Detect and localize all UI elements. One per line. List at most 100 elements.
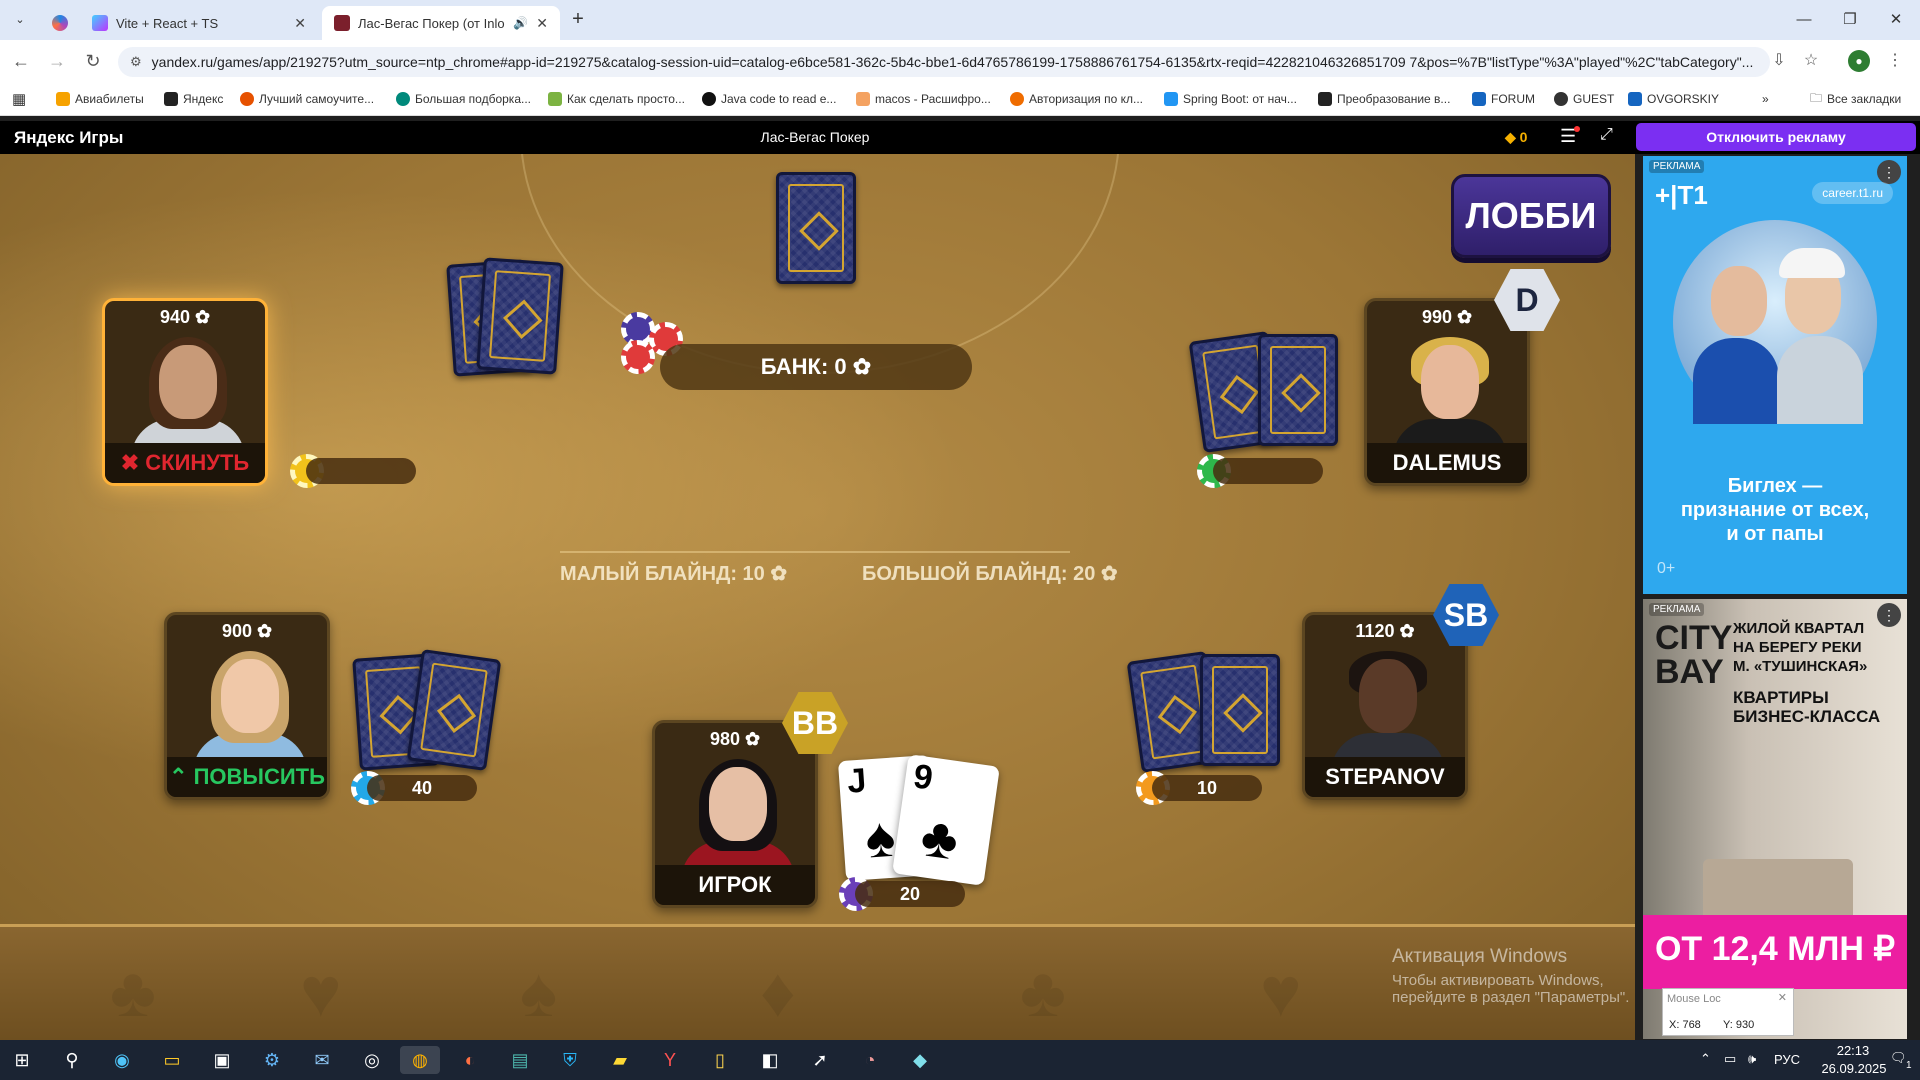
bookmark-label: Большая подборка... [415,92,531,106]
ad-url: career.t1.ru [1812,182,1893,204]
app-icon[interactable]: ▯ [704,1046,736,1074]
address-bar[interactable]: ⚙ yandex.ru/games/app/219275?utm_source=… [118,47,1770,77]
bookmark-label: FORUM [1491,92,1535,106]
windows-taskbar: ⊞ ⚲ ◉ ▭ ▣ ⚙ ✉ ◎ ◍ ◐ ▤ ⛨ ▰ Y ▯ ◧ ➚ ◔ ◆ ⌃ … [0,1040,1920,1080]
bookmark-item[interactable]: OVGORSKIY [1628,88,1719,110]
bookmark-label: GUEST [1573,92,1615,106]
bookmark-item[interactable]: Авиабилеты [56,88,144,110]
volume-icon[interactable]: 🕪 [1748,1051,1756,1067]
all-bookmarks[interactable]: 🗀 Все закладки [1810,88,1901,110]
new-tab-button[interactable]: + [566,8,590,32]
disable-ads-button[interactable]: Отключить рекламу [1636,123,1916,151]
store-icon[interactable]: ▣ [206,1046,238,1074]
profile-avatar[interactable]: ● [1848,50,1870,72]
diamond-icon: ◆ [1505,129,1516,145]
bookmark-item[interactable]: Spring Boot: от нач... [1164,88,1297,110]
site-icon [1628,92,1642,106]
network-icon[interactable]: ▭ [1724,1051,1736,1067]
menu-kebab-icon[interactable]: ⋮ [1884,50,1906,72]
notes-icon[interactable]: ▰ [604,1046,636,1074]
player-seat-dalemus[interactable]: 990 ✿ DALEMUS [1364,298,1530,486]
ad-banner-t1[interactable]: РЕКЛАМА ⋮ +|T1 career.t1.ru Биглех — при… [1643,156,1907,594]
bookmark-item[interactable]: FORUM [1472,88,1535,110]
folder-icon: 🗀 [1810,90,1823,105]
hero-card-nine-clubs[interactable]: 9 ♣ [892,754,1000,886]
clock-date[interactable]: 26.09.2025 [1814,1061,1894,1076]
language-indicator[interactable]: РУС [1774,1052,1800,1067]
site-icon [240,92,254,106]
back-button[interactable]: ← [8,49,34,73]
ad-brand: CITY BAY [1655,619,1732,691]
player-avatar [1327,651,1449,773]
notifications-icon[interactable]: 🗨 [1890,1050,1907,1066]
tab-vite[interactable]: Vite + React + TS ✕ [80,6,318,40]
cursor-tool-icon[interactable]: ➚ [804,1046,836,1074]
reload-button[interactable]: ↻ [80,49,106,73]
bookmark-item[interactable]: Java code to read e... [702,88,836,110]
apps-grid-icon[interactable]: ▦ [12,88,26,110]
app-icon[interactable]: ⚙ [256,1046,288,1074]
coins-counter[interactable]: ◆ 0 [1505,129,1527,146]
ad-text: ЖИЛОЙ КВАРТАЛ НА БЕРЕГУ РЕКИ М. «ТУШИНСК… [1733,619,1903,726]
firefox-icon[interactable]: ◐ [454,1046,486,1074]
file-explorer-icon[interactable]: ▭ [156,1046,188,1074]
close-icon[interactable]: ✕ [536,15,548,32]
close-icon[interactable]: ✕ [294,15,306,32]
app-icon[interactable]: ◔ [854,1046,886,1074]
yandex-games-icon [334,15,350,31]
plane-icon [56,92,70,106]
player-seat-bottom-left[interactable]: 900 ✿ ⌃ ПОВЫСИТЬ [164,612,330,800]
bookmark-item[interactable]: GUEST [1554,88,1614,110]
ad-banner-citybay[interactable]: РЕКЛАМА ⋮ CITY BAY ЖИЛОЙ КВАРТАЛ НА БЕРЕ… [1643,599,1907,1039]
bookmark-item[interactable]: Большая подборка... [396,88,531,110]
tab-copilot[interactable] [40,6,76,40]
site-info-icon[interactable]: ⚙ [130,54,142,70]
close-window-button[interactable]: ✕ [1882,8,1910,32]
player-seat-hero[interactable]: 980 ✿ ИГРОК [652,720,818,908]
deck-card [776,172,856,284]
mouse-loc-window[interactable]: Mouse Loc ✕ X: 768 Y: 930 [1662,988,1794,1036]
clock-time[interactable]: 22:13 [1818,1043,1888,1058]
speaker-icon[interactable]: 🔊 [513,16,528,30]
bookmark-label: Java code to read e... [721,92,837,106]
tab-search-button[interactable]: ⌄ [10,10,30,30]
chrome-icon[interactable]: ◍ [400,1046,440,1074]
player-seat-stepanov[interactable]: 1120 ✿ STEPANOV [1302,612,1468,800]
small-blind-label: МАЛЫЙ БЛАЙНД: 10 ✿ [560,563,788,585]
install-app-icon[interactable]: ⇩ [1768,50,1790,72]
bookmark-item[interactable]: Авторизация по кл... [1010,88,1143,110]
app-icon[interactable]: ◧ [754,1046,786,1074]
search-icon[interactable]: ⚲ [56,1046,88,1074]
tab-poker[interactable]: Лас-Вегас Покер (от Inlogi 🔊 ✕ [322,6,560,40]
close-icon[interactable]: ✕ [1778,991,1787,1004]
bookmark-item[interactable]: Лучший самоучите... [240,88,374,110]
player-seat-top-left[interactable]: 940 ✿ ✖ СКИНУТЬ [102,298,268,486]
tab-title: Vite + React + TS [116,15,219,31]
steam-icon[interactable]: ◎ [356,1046,388,1074]
bookmark-label: Яндекс [183,92,224,106]
windows-start-icon[interactable]: ⊞ [6,1046,38,1074]
more-icon[interactable]: ⋮ [1877,160,1901,184]
bookmark-item[interactable]: Яндекс [164,88,223,110]
bookmark-item[interactable]: macos - Расшифро... [856,88,991,110]
bookmark-star-icon[interactable]: ☆ [1800,50,1822,72]
yandex-games-header: Яндекс Игры Лас-Вегас Покер ◆ 0 ☰ ⤢ Откл… [0,121,1920,154]
bookmark-label: macos - Расшифро... [875,92,991,106]
mail-icon[interactable]: ✉ [306,1046,338,1074]
tray-chevron-icon[interactable]: ⌃ [1700,1051,1711,1067]
shield-icon[interactable]: ⛨ [554,1046,586,1074]
restore-button[interactable]: ❐ [1836,8,1864,32]
fullscreen-icon[interactable]: ⤢ [1600,126,1613,144]
url-text: yandex.ru/games/app/219275?utm_source=nt… [151,54,1754,70]
bookmark-item[interactable]: Как сделать просто... [548,88,685,110]
bet-amount: 20 [855,881,965,907]
yandex-browser-icon[interactable]: Y [654,1046,686,1074]
minimize-button[interactable]: — [1790,8,1818,32]
forward-button[interactable]: → [44,49,70,73]
app-icon[interactable]: ◆ [904,1046,936,1074]
bookmark-item[interactable]: Преобразование в... [1318,88,1450,110]
edge-icon[interactable]: ◉ [106,1046,138,1074]
app-icon[interactable]: ▤ [504,1046,536,1074]
bookmarks-overflow-icon[interactable]: » [1762,88,1769,110]
lobby-button[interactable]: ЛОББИ ➔ [1451,174,1611,314]
